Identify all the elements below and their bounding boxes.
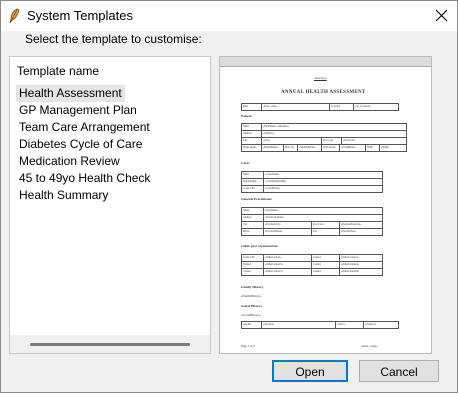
template-preview: «Practice» ANNUAL HEALTH ASSESSMENT Date…: [219, 56, 432, 354]
doc-family-text: «FamilyHistory»: [241, 294, 262, 298]
list-item-health-check[interactable]: 45 to 49yo Health Check: [16, 170, 153, 187]
doc-section-patient: Patient: [241, 114, 252, 118]
list-item-health-assessment[interactable]: Health Assessment: [16, 85, 125, 102]
doc-section-carer: Carer: [241, 161, 250, 165]
list-item-diabetes-cycle-of-care[interactable]: Diabetes Cycle of Care: [16, 136, 153, 153]
doc-section-other: Other gust organisations: [241, 244, 278, 248]
doc-footer-page: Page 1 of 6: [241, 344, 255, 348]
doc-date-table: Date «Date_today» Location «At_Location»: [241, 103, 399, 111]
doc-title: ANNUAL HEALTH ASSESSMENT: [281, 90, 366, 95]
list-item-gp-management-plan[interactable]: GP Management Plan: [16, 102, 153, 119]
doc-social-text: «SocialHistory»: [241, 313, 261, 317]
doc-gp-table: Name «UserName» Address «PracticeAddress» …: [241, 207, 383, 236]
open-button[interactable]: Open: [272, 360, 348, 382]
list-item-team-care-arrangement[interactable]: Team Care Arrangement: [16, 119, 153, 136]
doc-header-link: «Practice»: [314, 76, 327, 80]
doc-footer-date: «Date_today»: [361, 344, 378, 348]
doc-section-social-history: Social History: [241, 304, 263, 308]
doc-section-gp: General Practitioner: [241, 197, 273, 201]
list-item-health-summary[interactable]: Health Summary: [16, 187, 153, 204]
doc-patient-table: Name «FirstName» «Surname» Address «Addres…: [241, 123, 407, 152]
doc-section-family-history: Family History: [241, 285, 264, 289]
app-feather-icon: [9, 8, 20, 24]
doc-other-table: Contact Ph «OtherContact» Contact «OtherCon…: [241, 254, 383, 276]
close-icon[interactable]: [426, 1, 457, 31]
scrollbar-thumb[interactable]: [30, 343, 190, 346]
horizontal-scrollbar[interactable]: [10, 335, 210, 353]
instruction-label: Select the template to customise:: [25, 32, 202, 46]
preview-document: «Practice» ANNUAL HEALTH ASSESSMENT Date…: [221, 67, 428, 350]
system-templates-dialog: System Templates Select the template to …: [0, 0, 458, 393]
title-bar: System Templates: [1, 1, 457, 31]
list-column-header: Template name: [17, 64, 100, 78]
doc-alcohol-table: Alcohol «Alcohol» Tobacco «Tobacco»: [241, 321, 399, 329]
template-list[interactable]: Template name Health Assessment GP Manag…: [9, 56, 211, 354]
list-item-medication-review[interactable]: Medication Review: [16, 153, 153, 170]
doc-carer-table: Name «CarerName» Relationship «CarerRelati…: [241, 171, 383, 193]
cancel-button[interactable]: Cancel: [359, 360, 439, 382]
window-title: System Templates: [27, 8, 133, 23]
preview-ruler: [220, 57, 431, 67]
template-items: Health Assessment GP Management Plan Tea…: [16, 84, 153, 204]
